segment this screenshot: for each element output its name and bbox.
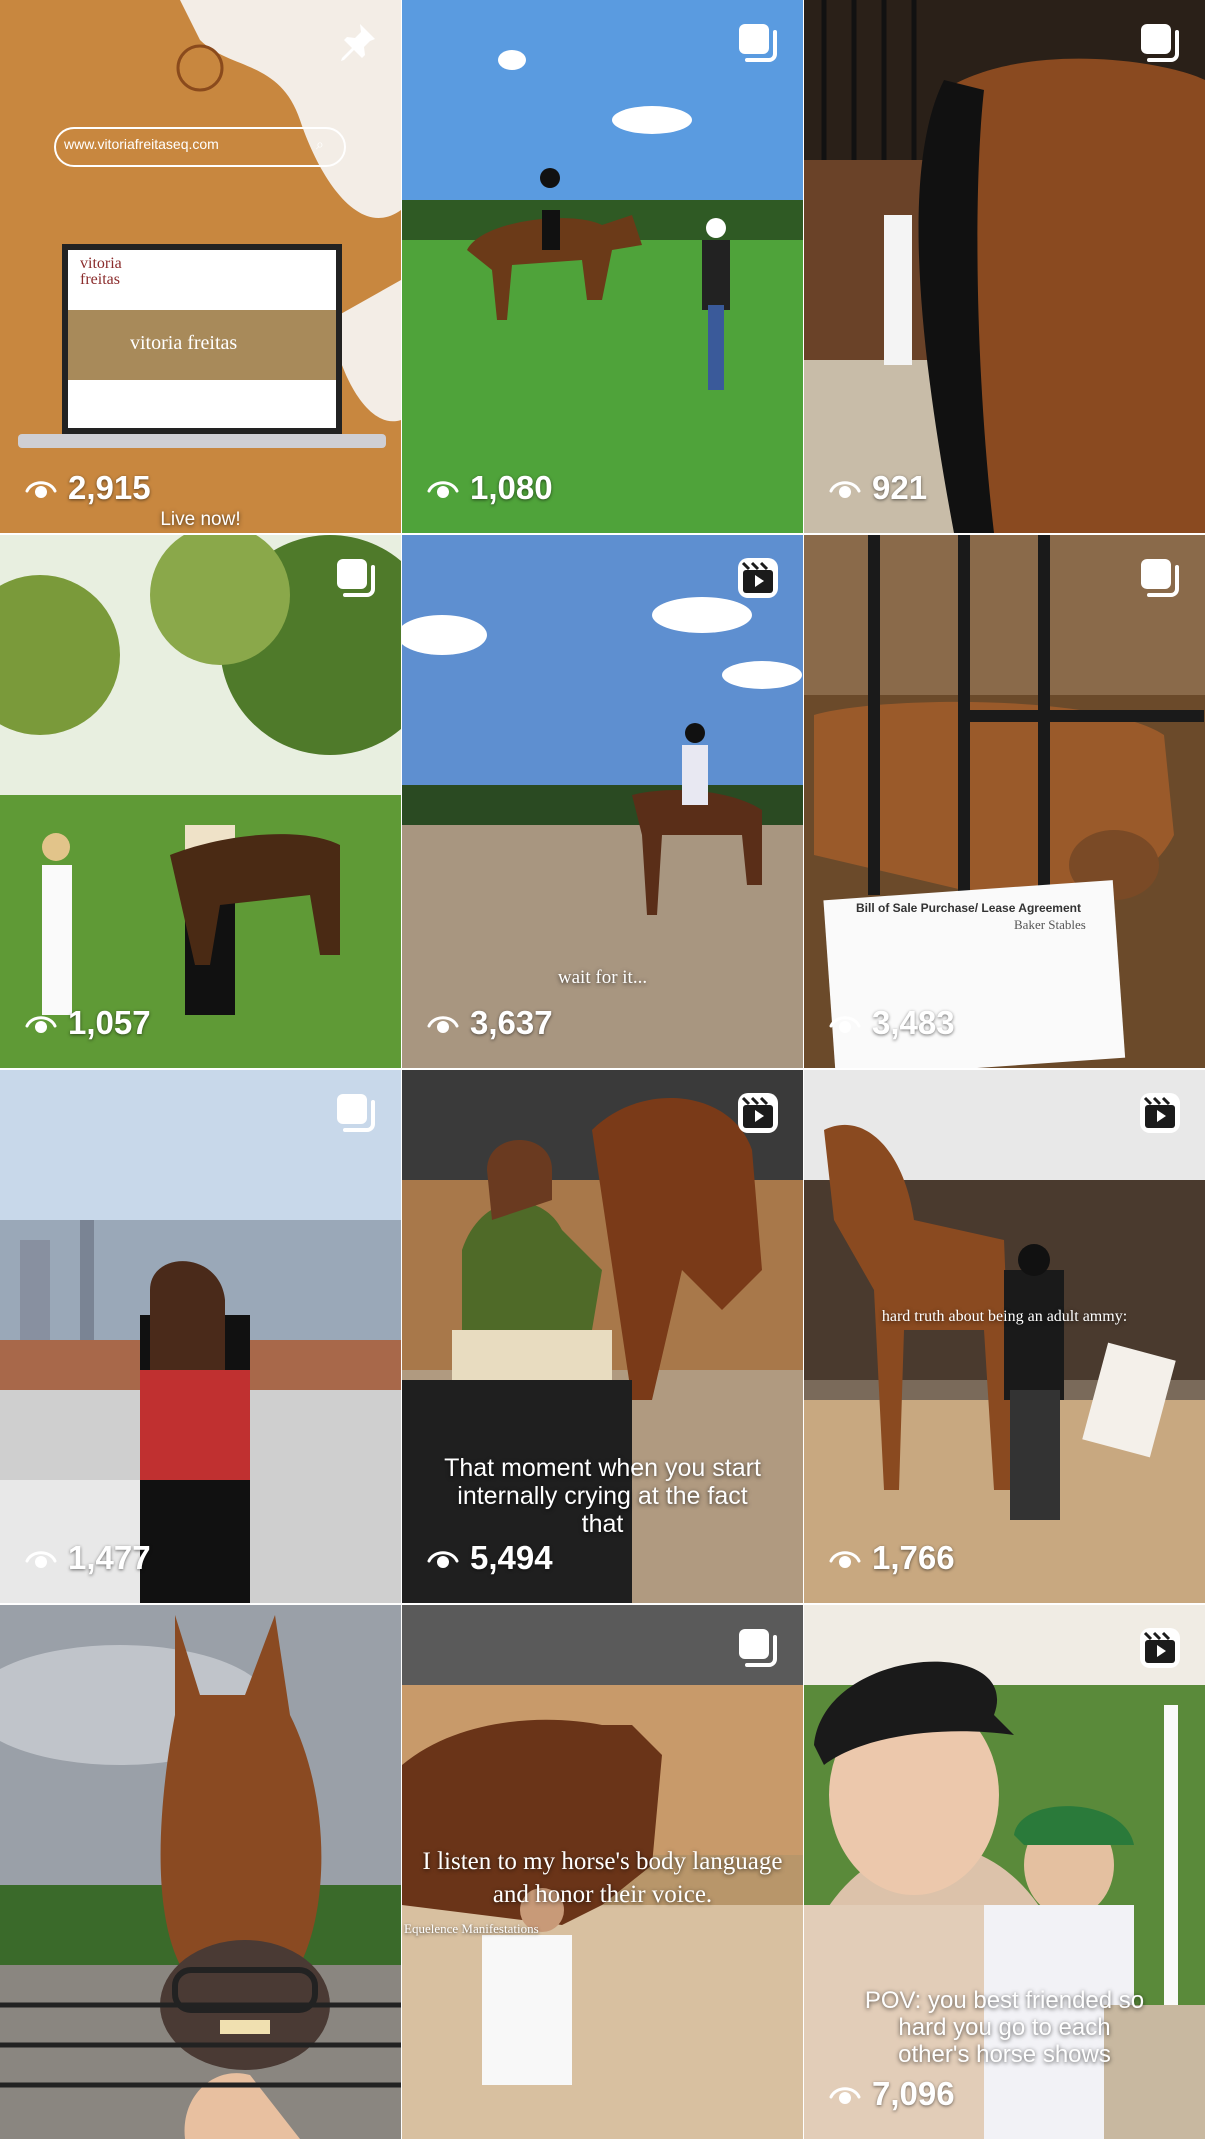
eye-icon (828, 1006, 862, 1040)
eye-icon (24, 471, 58, 505)
post-tile[interactable]: 1,080 (402, 0, 803, 533)
multi-photo-icon (333, 1090, 379, 1136)
eye-icon (828, 2077, 862, 2111)
post-tile[interactable]: wait for it... 3,637 (402, 535, 803, 1068)
post-thumbnail (804, 1070, 1205, 1603)
reel-icon (1137, 1625, 1183, 1671)
eye-icon (426, 1006, 460, 1040)
post-thumbnail (0, 1070, 401, 1603)
multi-photo-icon (735, 20, 781, 66)
post-caption: That moment when you start internally cr… (444, 1454, 761, 1538)
search-icon: ⌕ (316, 136, 324, 152)
view-count: 5,494 (426, 1539, 553, 1577)
eye-icon (426, 471, 460, 505)
post-caption: hard truth about being an adult ammy: (881, 1308, 1128, 1325)
document-stamp: Baker Stables (1014, 917, 1086, 932)
eye-icon (828, 1541, 862, 1575)
post-sub-caption: Equelence Manifestations (404, 1921, 539, 1936)
view-count: 1,080 (426, 469, 553, 507)
eye-icon (24, 1006, 58, 1040)
post-caption: wait for it... (557, 967, 648, 988)
post-tile[interactable]: That moment when you start internally cr… (402, 1070, 803, 1603)
post-tile[interactable] (0, 1605, 401, 2139)
view-count: 921 (828, 469, 927, 507)
post-thumbnail (0, 535, 401, 1068)
view-count: 1,766 (828, 1539, 955, 1577)
post-grid: www.vitoriafreitaseq.com ⌕ vitoria freit… (0, 0, 1205, 2141)
eye-icon (828, 471, 862, 505)
post-tile[interactable]: I listen to my horse's body language and… (402, 1605, 803, 2139)
eye-icon (426, 1541, 460, 1575)
post-tile[interactable]: 1,477 (0, 1070, 401, 1603)
post-tile[interactable]: www.vitoriafreitaseq.com ⌕ vitoria freit… (0, 0, 401, 533)
post-thumbnail (804, 0, 1205, 533)
reel-icon (735, 1090, 781, 1136)
multi-photo-icon (1137, 555, 1183, 601)
view-count: 1,477 (24, 1539, 151, 1577)
website-url: www.vitoriafreitaseq.com (64, 136, 219, 152)
reel-icon (735, 555, 781, 601)
view-count: 3,637 (426, 1004, 553, 1042)
site-hero-title: vitoria freitas (130, 332, 238, 354)
post-thumbnail (402, 0, 803, 533)
post-tile[interactable]: POV: you best friended so hard you go to… (804, 1605, 1205, 2139)
multi-photo-icon (333, 555, 379, 601)
post-tile[interactable]: 1,057 (0, 535, 401, 1068)
view-count: 7,096 (828, 2075, 955, 2113)
eye-icon (24, 1541, 58, 1575)
reel-icon (1137, 1090, 1183, 1136)
view-count: 2,915 (24, 469, 151, 507)
document-title: Bill of Sale Purchase/ Lease Agreement (856, 901, 1081, 915)
post-thumbnail (0, 0, 401, 533)
view-count: 1,057 (24, 1004, 151, 1042)
view-count: 3,483 (828, 1004, 955, 1042)
post-thumbnail (804, 535, 1205, 1068)
pin-icon (333, 20, 379, 66)
post-tile[interactable]: 921 (804, 0, 1205, 533)
site-logo: vitoria freitas (80, 255, 122, 288)
post-caption: I listen to my horse's body language and… (422, 1848, 783, 1908)
multi-photo-icon (1137, 20, 1183, 66)
post-tile[interactable]: Bill of Sale Purchase/ Lease Agreement B… (804, 535, 1205, 1068)
post-thumbnail (0, 1605, 401, 2139)
post-caption: Live now! (160, 509, 241, 530)
post-caption: POV: you best friended so hard you go to… (864, 1987, 1145, 2068)
multi-photo-icon (735, 1625, 781, 1671)
post-tile[interactable]: hard truth about being an adult ammy: 1,… (804, 1070, 1205, 1603)
